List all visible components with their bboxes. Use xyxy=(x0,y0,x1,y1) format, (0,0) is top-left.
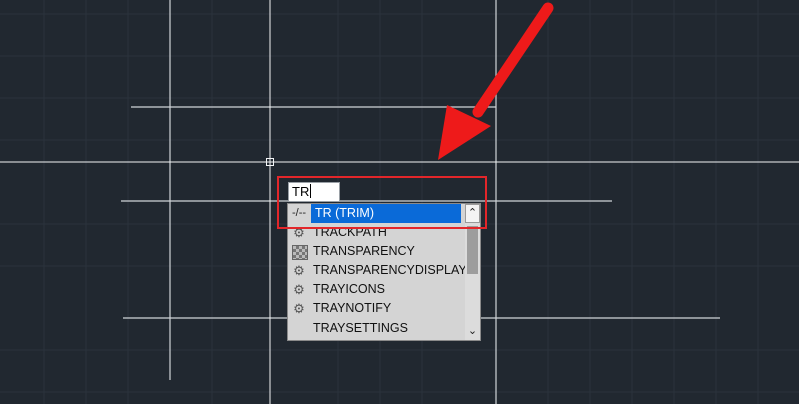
red-highlight-box xyxy=(277,176,487,229)
gear-icon: ⚙ xyxy=(293,263,305,278)
autocomplete-item-transparency[interactable]: TRANSPARENCY xyxy=(288,242,464,261)
gear-icon: ⚙ xyxy=(293,282,305,297)
autocomplete-item-trayicons[interactable]: ⚙ TRAYICONS xyxy=(288,280,464,299)
autocomplete-item-label: TRAYSETTINGS xyxy=(313,321,408,335)
scroll-down-button[interactable]: ⌄ xyxy=(465,322,480,340)
autocomplete-item-traynotify[interactable]: ⚙ TRAYNOTIFY xyxy=(288,299,464,318)
red-arrow-annotation xyxy=(438,2,554,160)
scroll-thumb[interactable] xyxy=(467,226,478,274)
autocomplete-item-label: TRAYNOTIFY xyxy=(313,301,392,315)
autocomplete-item-transparencydisplay[interactable]: ⚙ TRANSPARENCYDISPLAY xyxy=(288,261,467,280)
autocomplete-item-label: TRANSPARENCYDISPLAY xyxy=(313,263,467,277)
gear-icon: ⚙ xyxy=(293,301,305,316)
autocomplete-item-traysettings[interactable]: TRAYSETTINGS xyxy=(288,319,464,338)
autocomplete-item-label: TRANSPARENCY xyxy=(313,244,415,258)
transparency-icon xyxy=(290,243,308,260)
autocomplete-item-label: TRAYICONS xyxy=(313,282,385,296)
